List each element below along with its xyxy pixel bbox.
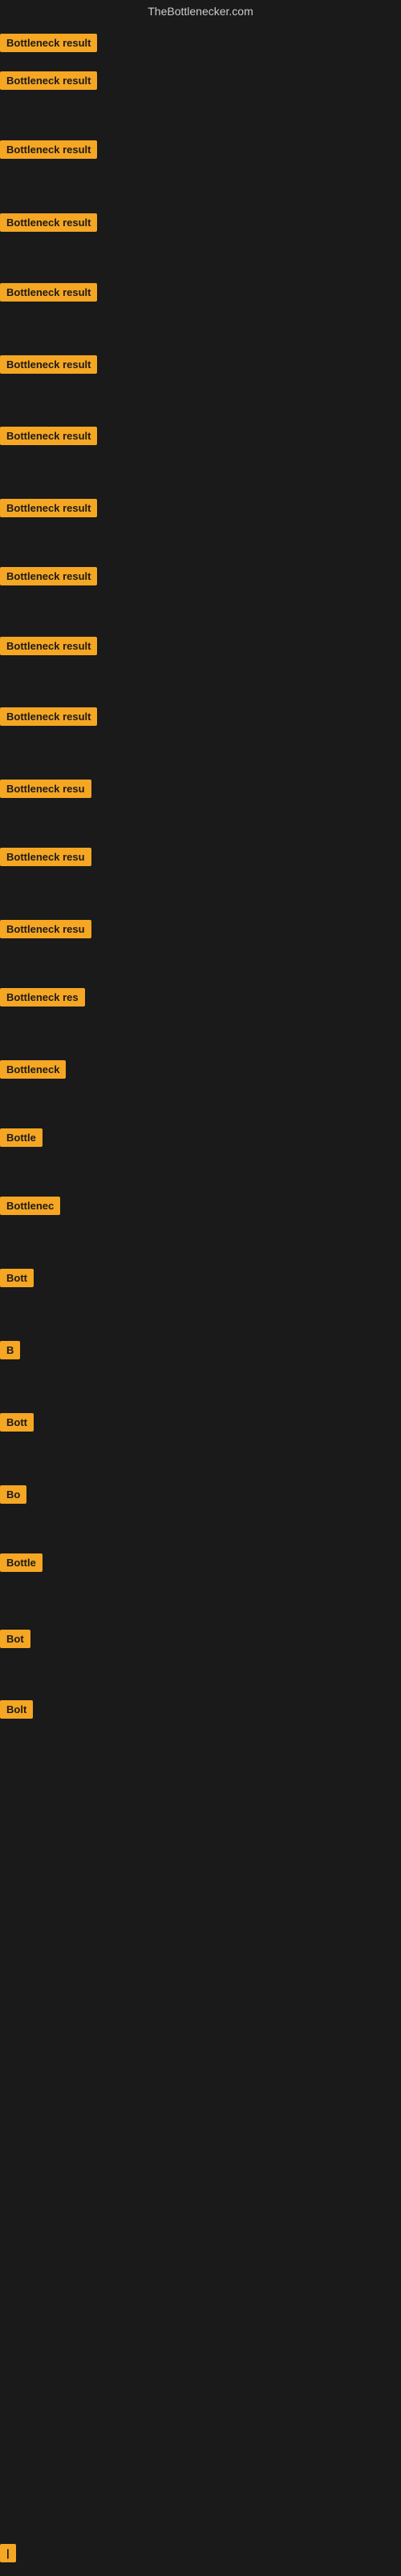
bottleneck-row-16: Bottleneck — [0, 1060, 66, 1083]
bottleneck-badge-11[interactable]: Bottleneck result — [0, 707, 97, 726]
bottleneck-badge-23[interactable]: Bottle — [0, 1553, 43, 1572]
bottleneck-row-11: Bottleneck result — [0, 707, 97, 730]
bottleneck-badge-10[interactable]: Bottleneck result — [0, 637, 97, 655]
bottleneck-badge-9[interactable]: Bottleneck result — [0, 567, 97, 585]
bottleneck-row-7: Bottleneck result — [0, 427, 97, 449]
bottleneck-row-6: Bottleneck result — [0, 355, 97, 378]
bottleneck-row-13: Bottleneck resu — [0, 848, 91, 870]
bottleneck-badge-8[interactable]: Bottleneck result — [0, 499, 97, 517]
bottleneck-row-12: Bottleneck resu — [0, 780, 91, 802]
bottleneck-row-8: Bottleneck result — [0, 499, 97, 521]
bottleneck-badge-3[interactable]: Bottleneck result — [0, 140, 97, 159]
bottleneck-badge-18[interactable]: Bottlenec — [0, 1197, 60, 1215]
bottleneck-badge-5[interactable]: Bottleneck result — [0, 283, 97, 302]
bottleneck-badge-19[interactable]: Bott — [0, 1269, 34, 1287]
bottleneck-row-5: Bottleneck result — [0, 283, 97, 306]
bottleneck-row-24: Bot — [0, 1630, 30, 1652]
bottleneck-row-15: Bottleneck res — [0, 988, 85, 1011]
bottleneck-badge-15[interactable]: Bottleneck res — [0, 988, 85, 1007]
bottleneck-row-17: Bottle — [0, 1128, 43, 1151]
bottleneck-badge-24[interactable]: Bot — [0, 1630, 30, 1648]
bottleneck-badge-22[interactable]: Bo — [0, 1485, 26, 1504]
bottleneck-row-25: Bolt — [0, 1700, 33, 1723]
site-title: TheBottlenecker.com — [148, 5, 253, 18]
bottleneck-badge-30[interactable]: | — [0, 2544, 16, 2562]
site-header: TheBottlenecker.com — [0, 0, 401, 26]
bottleneck-badge-20[interactable]: B — [0, 1341, 20, 1359]
bottleneck-badge-6[interactable]: Bottleneck result — [0, 355, 97, 374]
bottleneck-badge-1[interactable]: Bottleneck result — [0, 34, 97, 52]
bottleneck-row-3: Bottleneck result — [0, 140, 97, 163]
bottleneck-row-2: Bottleneck result — [0, 71, 97, 94]
bottleneck-badge-14[interactable]: Bottleneck resu — [0, 920, 91, 938]
bottleneck-row-10: Bottleneck result — [0, 637, 97, 659]
bottleneck-row-1: Bottleneck result — [0, 34, 97, 56]
bottleneck-badge-25[interactable]: Bolt — [0, 1700, 33, 1719]
bottleneck-row-30: | — [0, 2544, 16, 2566]
bottleneck-badge-17[interactable]: Bottle — [0, 1128, 43, 1147]
bottleneck-row-23: Bottle — [0, 1553, 43, 1576]
bottleneck-badge-4[interactable]: Bottleneck result — [0, 213, 97, 232]
bottleneck-row-14: Bottleneck resu — [0, 920, 91, 942]
bottleneck-badge-16[interactable]: Bottleneck — [0, 1060, 66, 1079]
bottleneck-row-4: Bottleneck result — [0, 213, 97, 236]
bottleneck-badge-2[interactable]: Bottleneck result — [0, 71, 97, 90]
bottleneck-badge-21[interactable]: Bott — [0, 1413, 34, 1432]
bottleneck-badge-12[interactable]: Bottleneck resu — [0, 780, 91, 798]
bottleneck-row-21: Bott — [0, 1413, 34, 1436]
bottleneck-row-20: B — [0, 1341, 20, 1363]
bottleneck-badge-13[interactable]: Bottleneck resu — [0, 848, 91, 866]
bottleneck-row-9: Bottleneck result — [0, 567, 97, 589]
bottleneck-row-18: Bottlenec — [0, 1197, 60, 1219]
bottleneck-badge-7[interactable]: Bottleneck result — [0, 427, 97, 445]
bottleneck-row-19: Bott — [0, 1269, 34, 1291]
bottleneck-row-22: Bo — [0, 1485, 26, 1508]
